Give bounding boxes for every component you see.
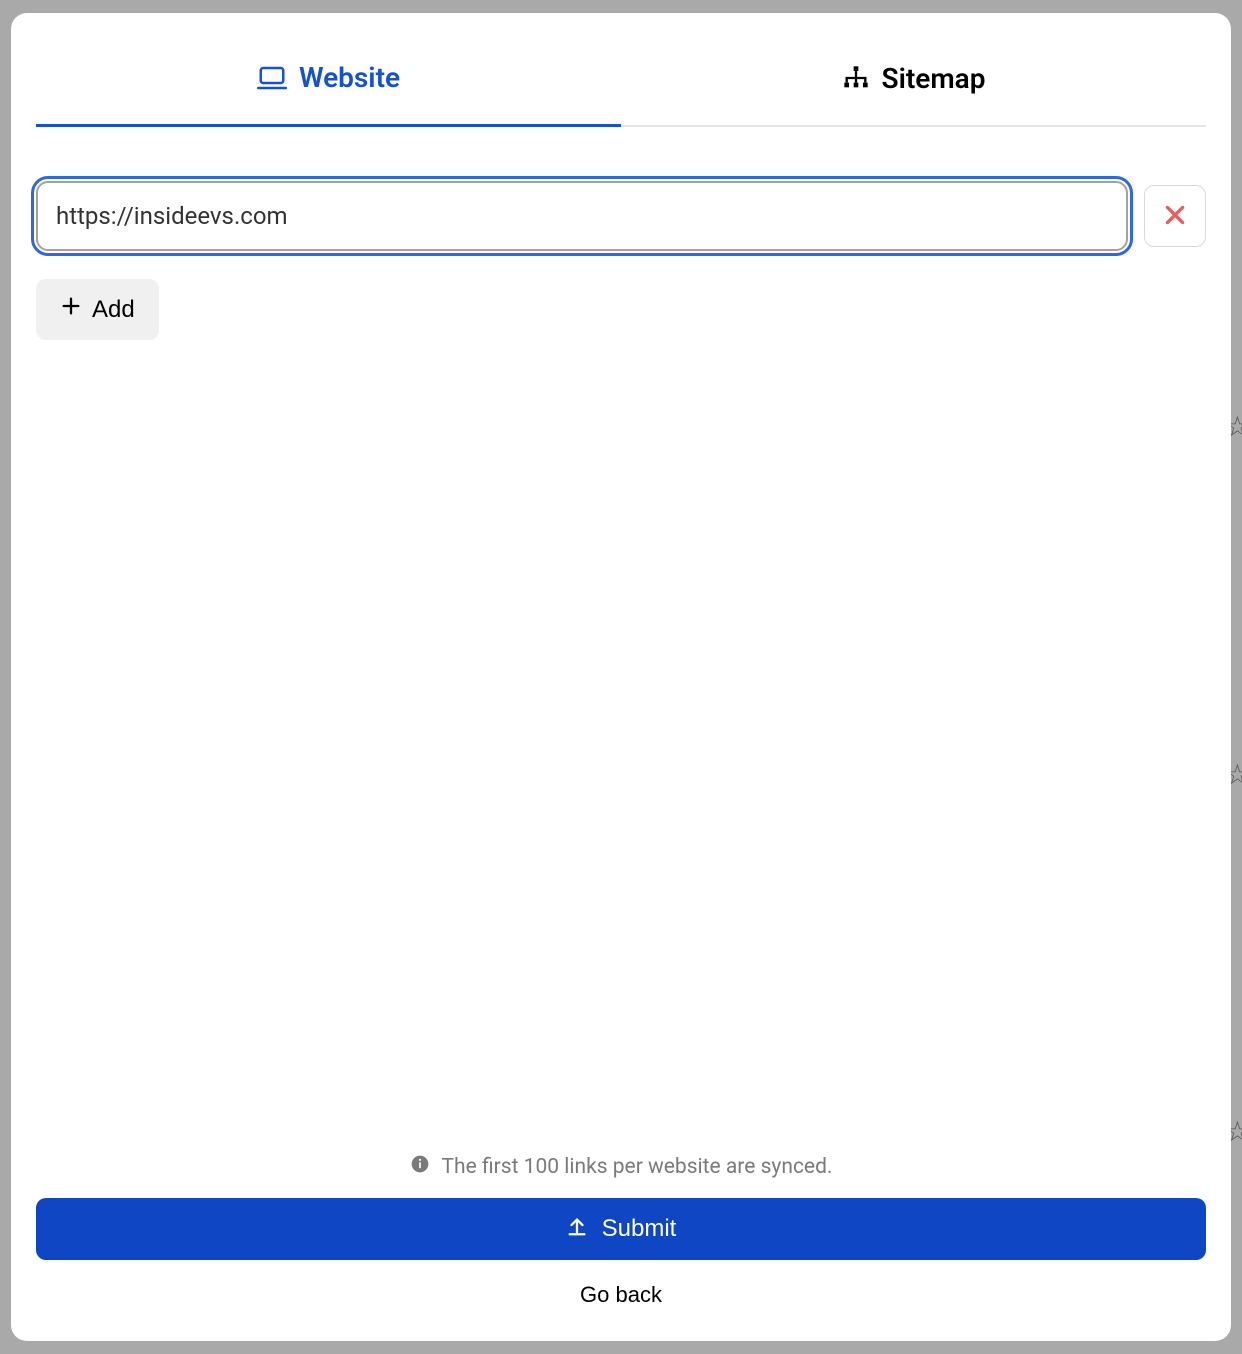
info-text: The first 100 links per website are sync… — [442, 1155, 833, 1179]
tab-sitemap-label: Sitemap — [882, 62, 986, 95]
add-button-label: Add — [92, 296, 135, 324]
upload-icon — [566, 1215, 588, 1244]
sitemap-icon — [842, 64, 870, 92]
go-back-button[interactable]: Go back — [36, 1274, 1206, 1316]
plus-icon — [60, 295, 82, 324]
remove-url-button[interactable] — [1144, 185, 1206, 247]
go-back-label: Go back — [580, 1282, 662, 1307]
close-icon — [1162, 202, 1188, 231]
url-row — [36, 181, 1206, 251]
submit-button-label: Submit — [602, 1215, 677, 1243]
tab-website-label: Website — [299, 61, 400, 94]
info-message: The first 100 links per website are sync… — [36, 1154, 1206, 1180]
tab-website[interactable]: Website — [36, 43, 621, 127]
submit-button[interactable]: Submit — [36, 1198, 1206, 1260]
source-tabs: Website Sitemap — [36, 43, 1206, 127]
tab-sitemap[interactable]: Sitemap — [621, 43, 1206, 127]
add-url-button[interactable]: Add — [36, 279, 159, 340]
url-input-modal: Website Sitemap — [11, 13, 1231, 1341]
url-input[interactable] — [36, 181, 1128, 251]
info-icon — [410, 1154, 430, 1180]
laptop-icon — [257, 63, 287, 93]
